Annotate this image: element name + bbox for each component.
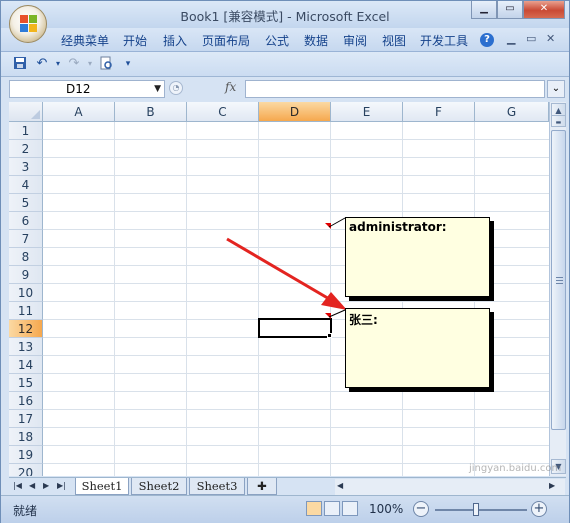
sheet-tab-sheet2[interactable]: Sheet2 [131,478,187,495]
tab-review[interactable]: 审阅 [343,32,367,49]
tab-view[interactable]: 视图 [382,32,406,49]
fx-area: ◔ fx [169,80,245,98]
name-box[interactable]: D12 ▼ [9,80,165,98]
zoom-in-icon[interactable]: + [531,501,547,517]
next-sheet-icon[interactable]: ▶ [43,481,49,490]
prev-sheet-icon[interactable]: ◀ [29,481,35,490]
scroll-right-icon[interactable]: ▶ [549,481,555,490]
zoom-slider[interactable] [435,509,527,511]
maximize-button[interactable]: ▭ [497,1,523,19]
tab-formulas[interactable]: 公式 [265,32,289,49]
last-sheet-icon[interactable]: ▶| [57,481,66,490]
zoom-level[interactable]: 100% [369,502,403,516]
formula-bar: D12 ▼ ◔ fx ⌄ [1,78,569,100]
tab-page-layout[interactable]: 页面布局 [202,32,250,49]
sheet-tab-bar: |◀ ◀ ▶ ▶| Sheet1 Sheet2 Sheet3 ✚ ◀ ▶ [9,477,566,495]
status-text: 就绪 [13,504,38,518]
insert-function-button[interactable]: fx [225,80,236,94]
status-bar: 就绪 100% − + [1,495,569,523]
comment-box-administrator[interactable]: administrator: [345,217,490,297]
comment-box-zhangsan[interactable]: 张三: [345,308,490,388]
watermark-text: jingyan.baidu.com [469,463,562,474]
insert-sheet-icon[interactable]: ✚ [247,478,277,495]
chevron-down-icon[interactable]: ▼ [154,81,161,97]
comment-author: administrator: [349,220,447,234]
tab-developer[interactable]: 开发工具 [420,32,468,49]
tab-classic-menu[interactable]: 经典菜单 [61,32,109,49]
scroll-left-icon[interactable]: ◀ [337,481,343,490]
ribbon-close-button[interactable]: ✕ [546,32,555,45]
spreadsheet-grid[interactable]: A B C D E F G 1 2 3 4 5 6 7 8 9 10 11 12… [9,102,549,476]
name-box-value: D12 [66,82,91,96]
first-sheet-icon[interactable]: |◀ [13,481,22,490]
page-break-view-icon[interactable] [342,501,358,516]
cancel-entry-icon: ◔ [169,81,183,95]
title-bar: Book1 [兼容模式] - Microsoft Excel ▁ ▭ ✕ [1,1,569,28]
window-controls: ▁ ▭ ✕ [471,1,565,19]
split-box[interactable]: ▬ [551,115,566,127]
quick-access-toolbar: ↶ ▾ ↷ ▾ ▾ [1,52,569,77]
page-layout-view-icon[interactable] [324,501,340,516]
zoom-slider-thumb[interactable] [473,503,479,516]
scroll-thumb[interactable] [551,130,566,430]
tab-data[interactable]: 数据 [304,32,328,49]
print-preview-icon[interactable] [97,56,115,72]
formula-input[interactable] [245,80,545,98]
sheet-tab-sheet1[interactable]: Sheet1 [75,478,129,495]
expand-formula-bar-icon[interactable]: ⌄ [547,80,565,98]
ribbon-minimize-button[interactable]: ▁ [507,32,515,45]
excel-window: Book1 [兼容模式] - Microsoft Excel ▁ ▭ ✕ 经典菜… [0,0,570,523]
tab-insert[interactable]: 插入 [163,32,187,49]
customize-icon[interactable]: ▾ [119,56,137,72]
zoom-out-icon[interactable]: − [413,501,429,517]
tab-home[interactable]: 开始 [123,32,147,49]
office-button[interactable] [9,5,47,43]
office-logo-icon [20,15,38,33]
comment-author: 张三: [349,313,378,327]
close-button[interactable]: ✕ [523,1,565,19]
ribbon-restore-button[interactable]: ▭ [526,32,536,45]
sheet-tab-sheet3[interactable]: Sheet3 [189,478,245,495]
save-icon[interactable] [11,56,29,72]
normal-view-icon[interactable] [306,501,322,516]
help-icon[interactable]: ? [480,33,494,47]
minimize-button[interactable]: ▁ [471,1,497,19]
vertical-scrollbar[interactable]: ▲ ▬ ▼ [549,102,566,476]
horizontal-scrollbar[interactable]: ◀ ▶ [335,479,565,495]
